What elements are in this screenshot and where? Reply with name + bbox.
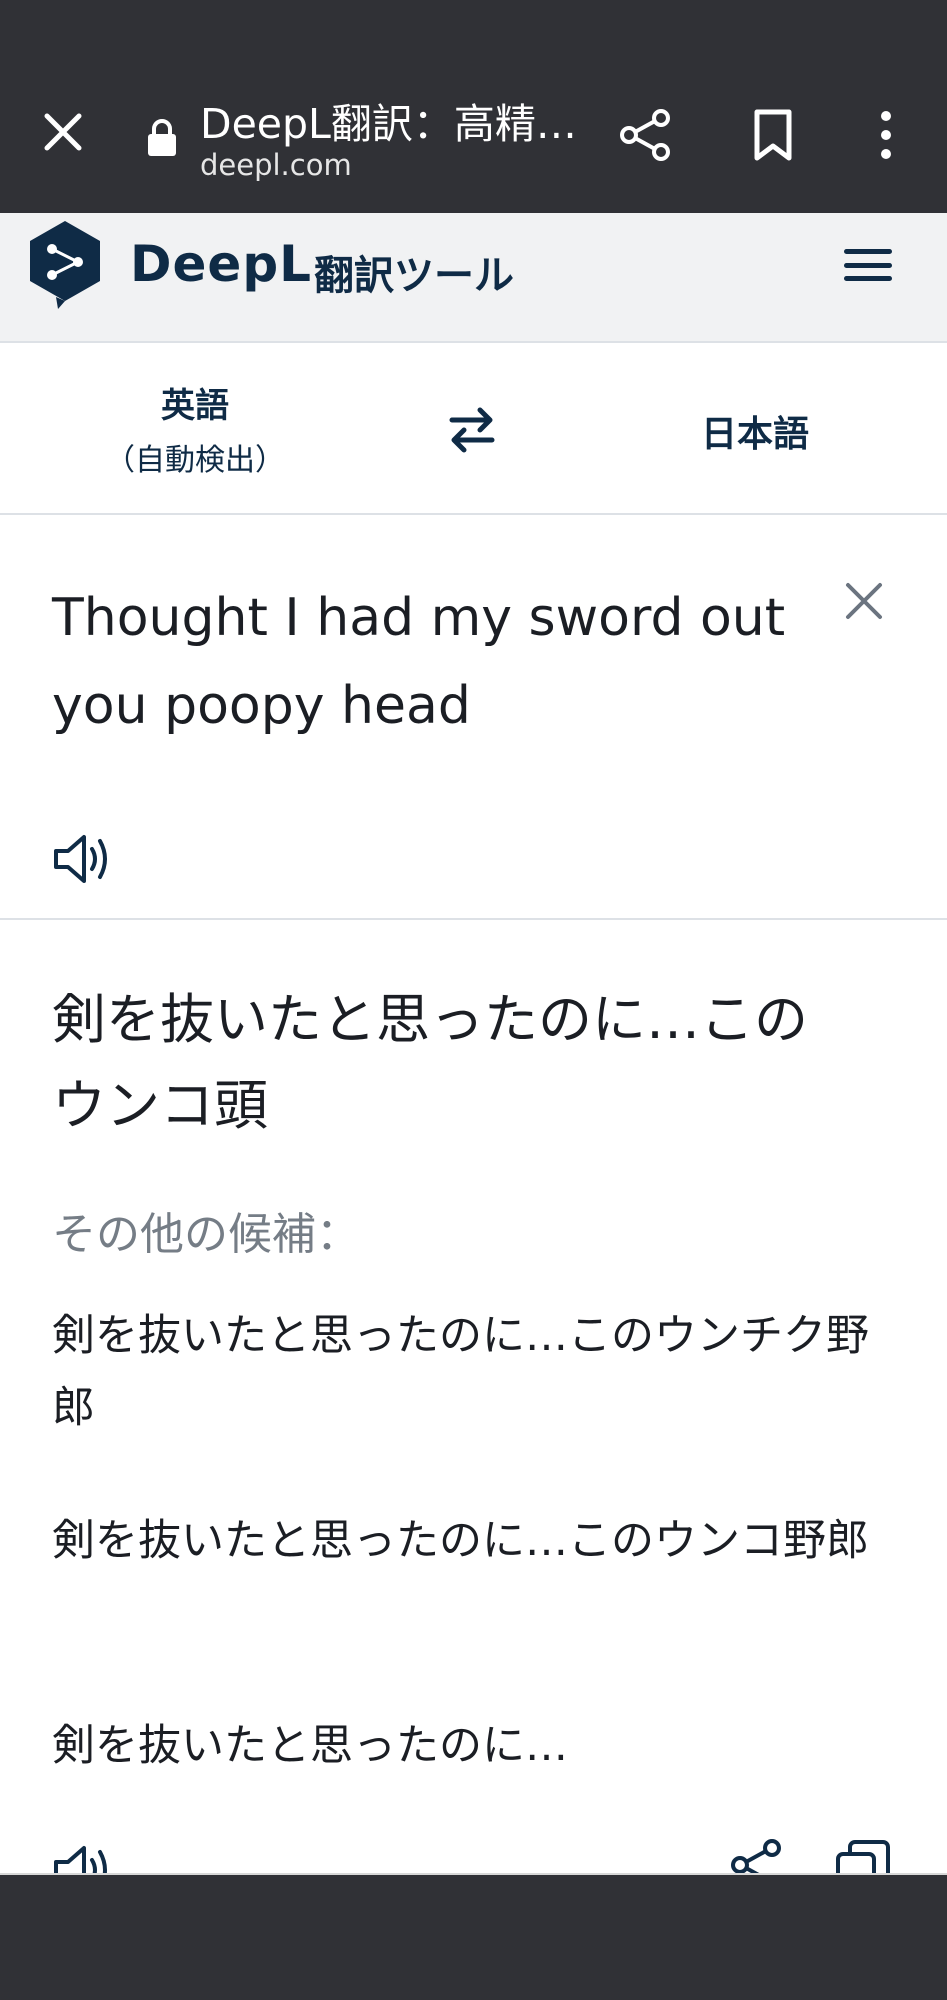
brand-subtitle[interactable]: 翻訳ツール: [314, 243, 514, 301]
alternative-item[interactable]: 剣を抜いたと思ったのに…このウンチク野郎: [52, 1300, 872, 1444]
alternative-item[interactable]: 剣を抜いたと思ったのに…このウンコ野郎: [52, 1505, 872, 1577]
source-text-input[interactable]: Thought I had my sword out you poopy hea…: [52, 574, 792, 750]
source-language-detect-label[interactable]: （自動検出）: [0, 435, 390, 479]
bookmark-icon[interactable]: [745, 106, 801, 164]
brand-name[interactable]: DeepL: [130, 235, 312, 293]
speaker-icon[interactable]: [52, 1840, 116, 1875]
swap-languages-icon[interactable]: [444, 400, 500, 460]
target-language-selector[interactable]: 日本語: [640, 405, 870, 457]
share-icon[interactable]: [617, 106, 675, 164]
source-language-selector[interactable]: 英語: [0, 378, 390, 427]
translation-output[interactable]: 剣を抜いたと思ったのに…このウンコ頭: [52, 977, 822, 1149]
browser-toolbar: DeepL翻訳：高精… deepl.com: [0, 0, 947, 213]
alternative-item[interactable]: 剣を抜いたと思ったのに…: [52, 1710, 872, 1782]
close-icon[interactable]: [35, 104, 91, 160]
bottom-navigation-bar: [0, 1873, 947, 2000]
lock-icon: [146, 118, 178, 158]
more-vert-icon[interactable]: [870, 106, 902, 164]
menu-icon[interactable]: [842, 241, 894, 289]
copy-icon[interactable]: [834, 1838, 892, 1875]
translation-actions: [0, 1820, 947, 1875]
speaker-icon[interactable]: [52, 829, 116, 889]
site-header: DeepL 翻訳ツール: [0, 213, 947, 343]
page-title[interactable]: DeepL翻訳：高精…: [200, 90, 577, 150]
language-bar: 英語 （自動検出） 日本語: [0, 345, 947, 515]
deepl-logo-icon[interactable]: [26, 217, 104, 309]
page-url[interactable]: deepl.com: [200, 148, 352, 182]
alternatives-label: その他の候補：: [52, 1209, 360, 1260]
source-panel: Thought I had my sword out you poopy hea…: [0, 517, 947, 920]
share-icon[interactable]: [728, 1836, 786, 1875]
clear-icon[interactable]: [842, 579, 886, 623]
